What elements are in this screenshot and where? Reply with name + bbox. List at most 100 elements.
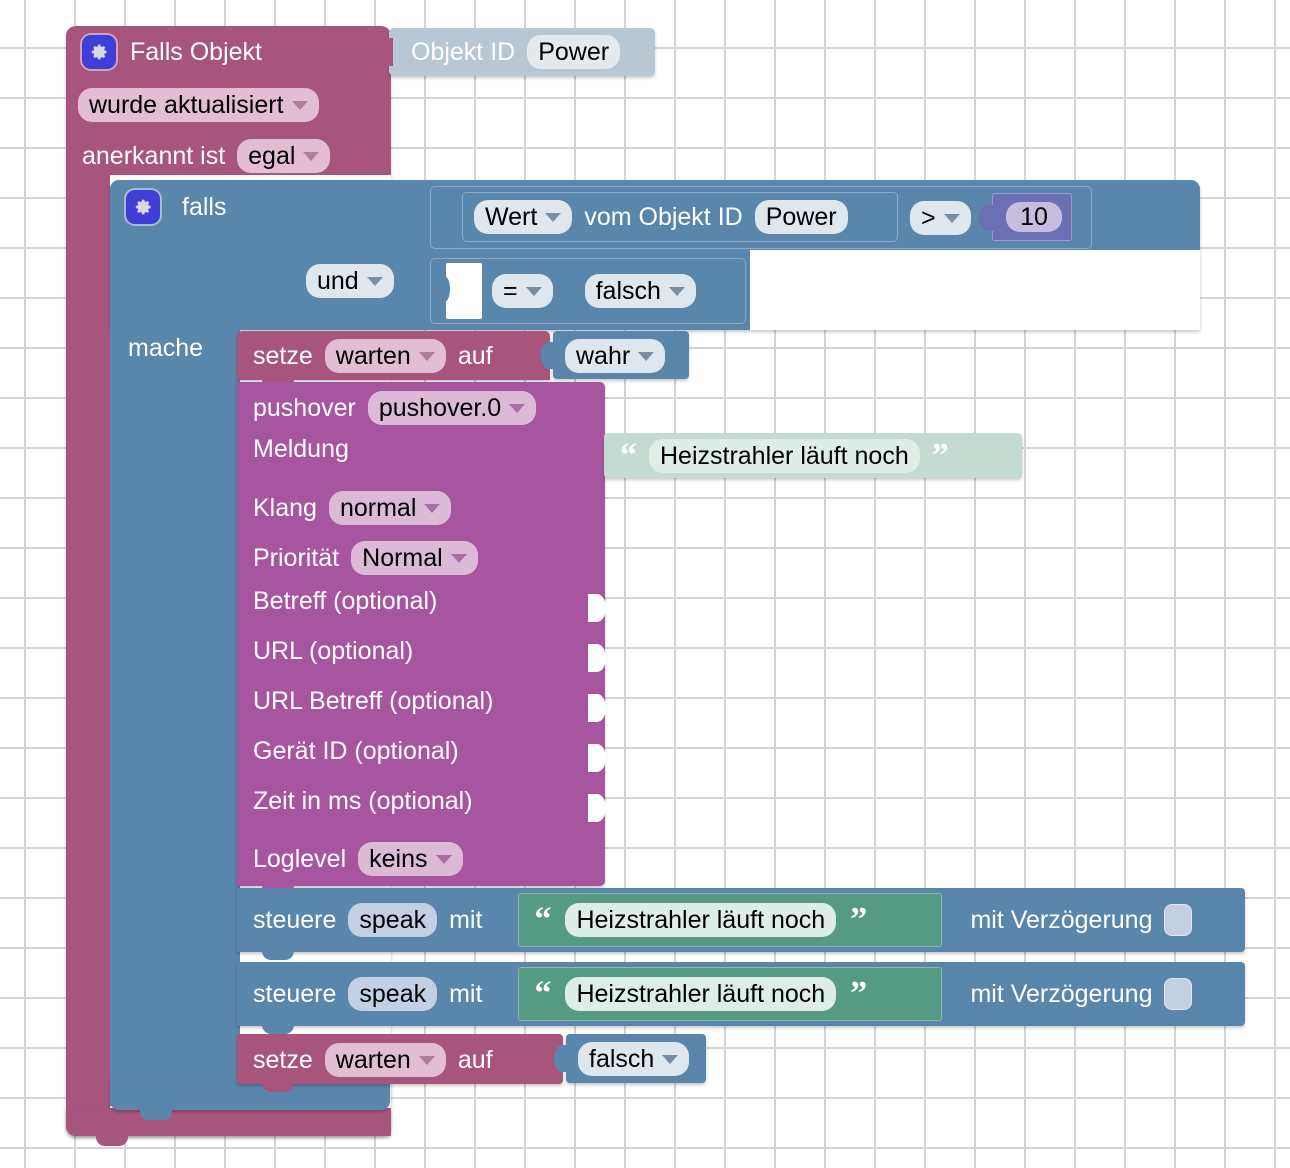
object-id-field[interactable]: Power [527,34,621,70]
object-id-socket-notch [377,38,393,66]
pushover-url-socket[interactable] [588,644,606,672]
text-meldung-field[interactable]: Heizstrahler läuft noch [649,438,920,474]
pushover-label-geraet-id: Gerät ID (optional) [253,737,459,765]
pushover-zeit-socket[interactable] [588,794,606,822]
speak-delay-label-1: mit Verzögerung [970,905,1153,934]
quote-close-icon: ” [850,901,868,939]
boolean-false-block-row: falsch [578,1041,702,1077]
comparison-dropdown-1[interactable]: > [910,200,971,236]
set-true-variable-dropdown[interactable]: warten [324,338,446,374]
change-type-row: wurde aktualisiert [78,86,378,124]
speak-block-2-row: steuere speak mit “ Heizstrahler läuft n… [253,967,1243,1021]
speak-target-field-2[interactable]: speak [348,976,438,1012]
gear-icon[interactable] [82,35,116,69]
pushover-header-row: pushover pushover.0 [253,388,593,428]
set-preposition-label: auf [457,341,493,370]
pushover-betreff-socket[interactable] [588,594,606,622]
set-false-preposition-label: auf [457,1045,493,1074]
ack-label: anerkannt ist [82,141,226,170]
pushover-prioritaet-dropdown[interactable]: Normal [351,540,478,576]
text-block-meldung-row: “ Heizstrahler läuft noch ” [620,437,1020,475]
logic-and-socket-left [286,196,300,224]
blockly-workspace[interactable]: Falls Objekt Objekt ID Power wurde aktua… [0,0,1290,1168]
set-false-notch [262,1083,294,1092]
boolean-false-value: falsch [595,276,661,305]
chevron-down-icon [424,503,441,513]
speak-delay-checkbox-1[interactable] [1164,904,1193,936]
ack-dropdown[interactable]: egal [237,138,331,174]
value-selector-dropdown[interactable]: Wert [474,199,573,235]
set-false-row: setze warten auf [253,1040,573,1080]
set-false-verb-label: setze [253,1045,313,1074]
speak-delay-checkbox-2[interactable] [1164,978,1193,1010]
comparison-dropdown-2[interactable]: = [492,273,553,309]
chevron-down-icon [662,1054,679,1064]
pushover-klang-dropdown[interactable]: normal [328,490,452,526]
condition-object-id-field[interactable]: Power [754,199,848,235]
logic-and-dropdown[interactable]: und [306,263,394,299]
pushover-label-prioritaet: Priorität [253,543,340,572]
boolean-true-socket [541,342,557,369]
speak-with-label-1: mit [449,905,483,934]
speak-delay-label-2: mit Verzögerung [970,979,1153,1008]
pushover-row-klang: Klang normal [253,488,593,528]
chevron-down-icon [418,1055,435,1065]
pushover-geraet-id-socket[interactable] [588,744,606,772]
number-value: 10 [1020,202,1048,231]
object-id-value-block[interactable]: Objekt ID Power [389,28,655,76]
pushover-row-loglevel: Loglevel keins [253,839,593,879]
boolean-false-dropdown[interactable]: falsch [584,273,696,309]
chevron-down-icon [525,286,542,296]
from-object-id-label: vom Objekt ID [584,202,743,231]
trigger-block-bottom-notch [96,1136,128,1146]
set-true-variable-value: warten [335,341,411,370]
chevron-down-icon [303,151,320,161]
chevron-down-icon [450,553,467,563]
boolean-false-block-dropdown[interactable]: falsch [578,1041,690,1077]
chevron-down-icon [291,100,308,110]
quote-close-icon: ” [931,437,949,475]
speak-target-value-1: speak [359,905,427,934]
text-block-speak-1[interactable]: “ Heizstrahler läuft noch ” [518,893,943,947]
text-block-speak-2[interactable]: “ Heizstrahler läuft noch ” [518,967,943,1021]
boolean-false-socket [562,278,575,304]
text-speak-field-1[interactable]: Heizstrahler läuft noch [565,902,837,938]
pushover-label-betreff: Betreff (optional) [253,587,438,615]
trigger-block-foot [66,1108,391,1136]
speak-text-socket-2 [494,981,507,1007]
boolean-true-dropdown[interactable]: wahr [565,338,666,374]
pushover-row-geraet-id: Gerät ID (optional) [253,739,593,779]
number-block-socket [979,205,995,231]
pushover-url-betreff-socket[interactable] [588,694,606,722]
pushover-title: pushover [253,393,356,422]
empty-value-socket[interactable] [436,263,482,319]
boolean-false-block-socket [554,1045,570,1072]
pushover-label-url: URL (optional) [253,637,414,665]
speak-with-label-2: mit [449,979,483,1008]
text-speak-value-2: Heizstrahler läuft noch [576,979,826,1008]
text-speak-value-1: Heizstrahler läuft noch [576,905,826,934]
chevron-down-icon [545,212,562,222]
pushover-klang-value: normal [339,493,417,522]
text-speak-field-2[interactable]: Heizstrahler läuft noch [565,976,837,1012]
change-type-dropdown[interactable]: wurde aktualisiert [78,87,319,123]
pushover-loglevel-dropdown[interactable]: keins [358,841,463,877]
if-block-right-mask [750,250,1200,330]
gear-icon[interactable] [126,190,160,224]
comparison-value-1: > [921,203,936,232]
number-field[interactable]: 10 [1006,201,1062,233]
trigger-header: Falls Objekt [82,33,382,71]
speak-target-field-1[interactable]: speak [348,902,438,938]
speak-target-value-2: speak [359,979,427,1008]
object-id-label: Objekt ID [411,37,516,66]
set-false-variable-dropdown[interactable]: warten [324,1042,446,1078]
text-meldung-value: Heizstrahler läuft noch [660,441,909,470]
set-false-variable-value: warten [335,1045,411,1074]
pushover-row-meldung: Meldung [253,437,593,477]
pushover-label-klang: Klang [253,493,317,522]
logic-and-value: und [317,266,359,295]
pushover-instance-dropdown[interactable]: pushover.0 [367,390,537,426]
ack-row: anerkannt ist egal [82,137,382,175]
pushover-label-url-betreff: URL Betreff (optional) [253,687,494,715]
pushover-row-url: URL (optional) [253,639,593,679]
